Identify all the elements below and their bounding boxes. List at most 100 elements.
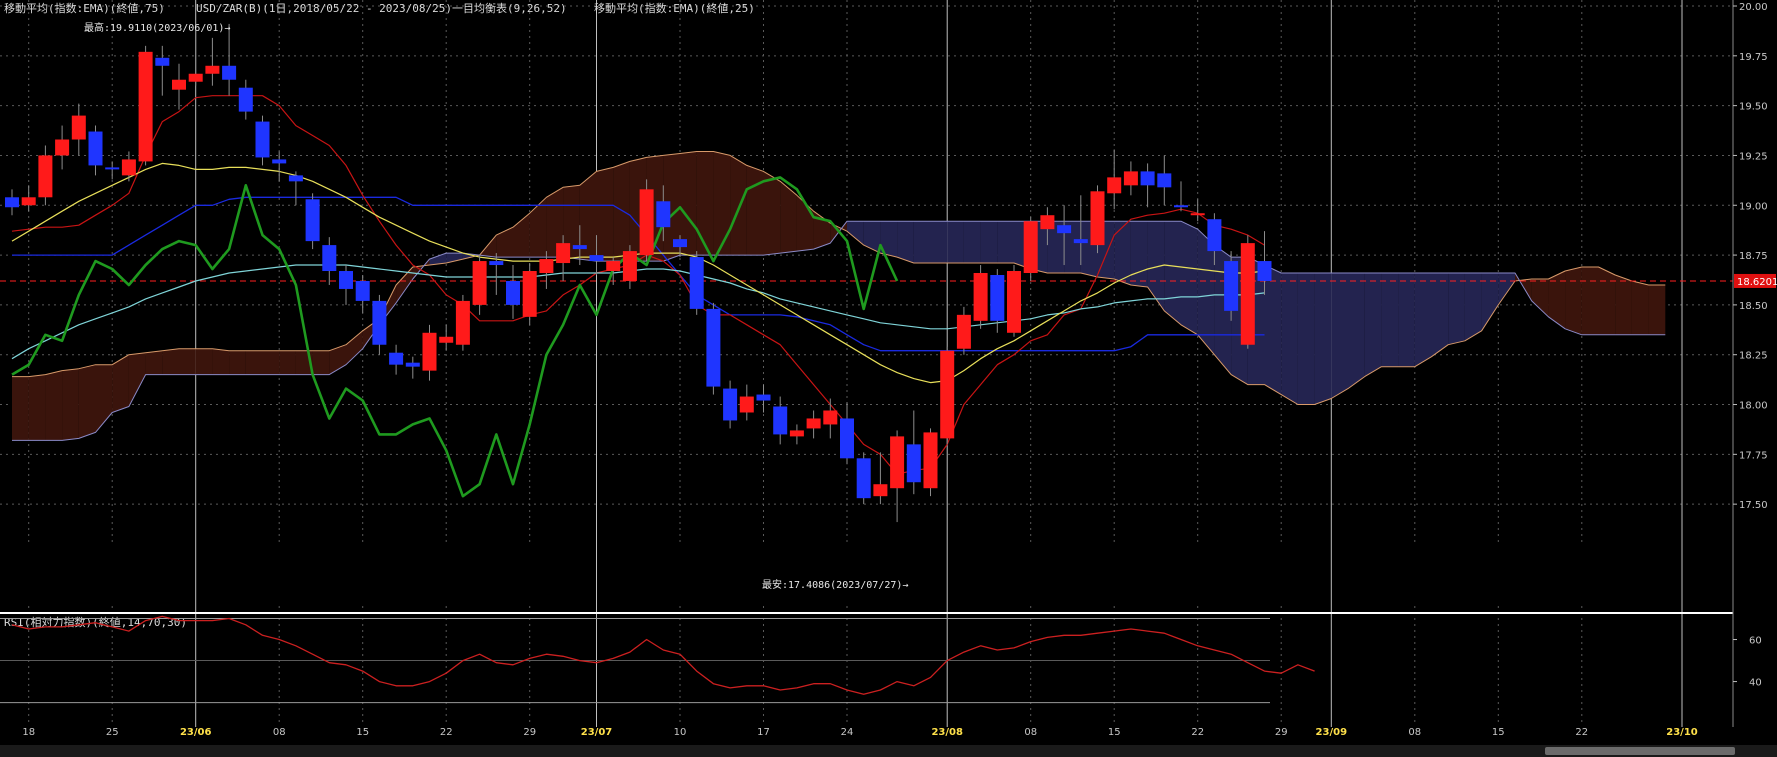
candle[interactable] — [222, 23, 237, 96]
candle[interactable] — [890, 430, 905, 523]
candle-body — [38, 155, 53, 198]
candle[interactable] — [506, 265, 520, 319]
candle[interactable] — [455, 294, 470, 351]
candle[interactable] — [155, 45, 170, 96]
candle[interactable] — [272, 151, 287, 182]
candle-body — [789, 430, 804, 437]
time-tick-label: 15 — [1492, 727, 1505, 738]
candle[interactable] — [205, 37, 220, 86]
price-tick-label: 18.00 — [1739, 401, 1768, 412]
candle[interactable] — [188, 29, 203, 86]
candle[interactable] — [172, 63, 186, 110]
candle[interactable] — [439, 324, 454, 351]
cloud-segment — [913, 221, 931, 264]
cloud-segment — [997, 221, 1014, 264]
candle[interactable] — [622, 245, 637, 289]
candle[interactable] — [956, 306, 971, 355]
rsi-line — [11, 615, 1315, 695]
candle-body — [489, 261, 504, 266]
horizontal-scrollbar-thumb[interactable] — [1545, 747, 1735, 755]
candle[interactable] — [723, 380, 738, 429]
candle[interactable] — [138, 45, 153, 166]
candle[interactable] — [1140, 163, 1155, 208]
candle[interactable] — [1090, 185, 1105, 254]
candle[interactable] — [389, 344, 404, 375]
candle-body — [372, 300, 387, 345]
candle[interactable] — [522, 263, 537, 325]
chart-window: 移動平均(指数:EMA)(終値,75) USD/ZAR(B)(1日,2018/05… — [0, 0, 1777, 757]
candle[interactable] — [5, 189, 19, 216]
candle[interactable] — [71, 103, 86, 156]
candle[interactable] — [322, 237, 337, 285]
candle[interactable] — [1157, 155, 1172, 206]
candle[interactable] — [422, 324, 437, 381]
candle[interactable] — [806, 410, 821, 439]
high-annotation: 最高:19.9110(2023/06/01)→ — [84, 21, 230, 34]
candle[interactable] — [706, 302, 721, 395]
time-tick-label: 25 — [106, 727, 119, 738]
candle[interactable] — [1240, 235, 1255, 349]
candle[interactable] — [472, 255, 487, 315]
candle[interactable] — [55, 125, 70, 170]
candle[interactable] — [305, 193, 320, 250]
candle[interactable] — [1107, 149, 1122, 210]
time-tick-label: 17 — [757, 727, 770, 738]
candle[interactable] — [238, 79, 253, 120]
candle[interactable] — [906, 410, 921, 495]
candle[interactable] — [856, 452, 871, 505]
candle[interactable] — [739, 384, 754, 421]
candle[interactable] — [255, 115, 270, 166]
candle[interactable] — [940, 346, 955, 445]
price-tick-label: 20.00 — [1739, 2, 1768, 13]
candle[interactable] — [21, 185, 36, 212]
cloud-segment — [12, 376, 29, 441]
candle-body — [255, 121, 270, 158]
horizontal-scrollbar-track[interactable] — [0, 745, 1777, 757]
candle[interactable] — [38, 145, 53, 206]
candle-body — [1207, 219, 1222, 252]
candle[interactable] — [88, 125, 103, 176]
candle-body — [556, 243, 571, 264]
candle[interactable] — [372, 294, 387, 355]
candle[interactable] — [756, 384, 771, 413]
candle[interactable] — [288, 171, 303, 206]
cloud-segment — [78, 364, 96, 439]
candle-body — [439, 336, 454, 343]
candle[interactable] — [339, 265, 353, 305]
candle[interactable] — [405, 356, 420, 379]
header-ichimoku-label: 一目均衡表(9,26,52) — [452, 1, 567, 15]
cloud-segment — [1464, 273, 1482, 341]
candle-body — [1107, 177, 1122, 194]
candle[interactable] — [1007, 265, 1021, 337]
time-tick-label: 23/10 — [1666, 727, 1698, 738]
time-tick-label: 10 — [674, 727, 687, 738]
candle[interactable] — [1174, 181, 1188, 212]
candle[interactable] — [840, 402, 854, 465]
time-tick-label: 22 — [1575, 727, 1588, 738]
candle[interactable] — [923, 428, 938, 497]
candle[interactable] — [1123, 161, 1138, 196]
candle[interactable] — [689, 251, 704, 315]
candle[interactable] — [773, 396, 788, 445]
candle[interactable] — [1190, 199, 1205, 222]
cloud-segment — [1181, 221, 1198, 335]
chart-canvas[interactable]: 移動平均(指数:EMA)(終値,75) USD/ZAR(B)(1日,2018/05… — [0, 0, 1777, 757]
candle[interactable] — [789, 424, 804, 445]
cloud-segment — [245, 350, 263, 375]
time-tick-label: 08 — [273, 727, 286, 738]
candle-body — [873, 484, 888, 497]
cloud-segment — [1364, 273, 1382, 377]
candle[interactable] — [973, 265, 988, 329]
candle[interactable] — [1224, 251, 1239, 321]
candle[interactable] — [355, 275, 370, 313]
candle-body — [455, 300, 470, 345]
candle[interactable] — [639, 179, 654, 262]
candle-body — [689, 257, 704, 309]
candle-body — [105, 167, 120, 170]
candle[interactable] — [105, 161, 120, 180]
time-tick-label: 29 — [1275, 727, 1288, 738]
cloud-segment — [780, 181, 797, 254]
cloud-segment — [1398, 273, 1415, 367]
candle-body — [88, 131, 103, 166]
candle[interactable] — [1023, 217, 1038, 281]
